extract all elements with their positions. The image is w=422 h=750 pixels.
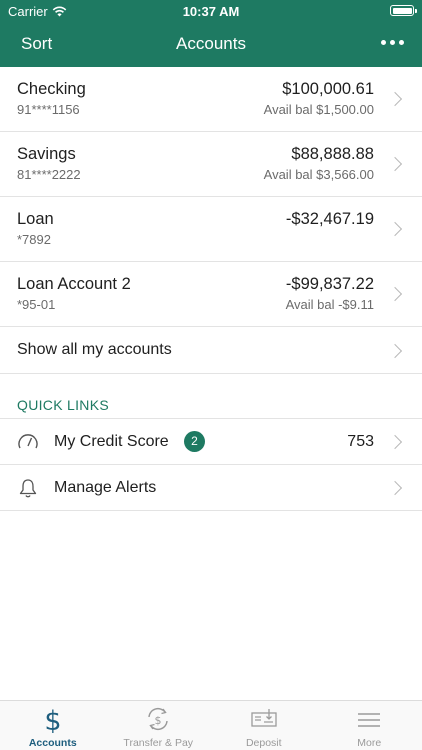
transfer-icon: $: [148, 707, 168, 731]
credit-score-value: 753: [347, 433, 374, 450]
chevron-right-icon: [387, 343, 403, 359]
account-row-loan-account-2[interactable]: Loan Account 2 *95-01 -$99,837.22 Avail …: [0, 262, 422, 327]
account-balance: -$99,837.22: [285, 275, 374, 293]
bell-icon: [19, 479, 37, 498]
available-balance: Avail bal -$9.11: [285, 297, 374, 312]
quick-links-heading: QUICK LINKS: [17, 397, 109, 413]
available-balance: Avail bal $3,566.00: [263, 167, 374, 182]
credit-score-label: My Credit Score: [54, 433, 169, 450]
tab-bar: $ Accounts $ Transfer & Pay Deposit More: [0, 700, 422, 750]
page-title: Accounts: [176, 34, 246, 53]
app-header: Carrier 10:37 AM Sort Accounts: [0, 0, 422, 67]
menu-icon: [358, 713, 381, 727]
account-balance: $100,000.61: [282, 80, 374, 98]
dollar-icon: $: [44, 706, 61, 733]
quick-link-credit-score[interactable]: My Credit Score 2 753: [0, 419, 422, 465]
notification-badge: 2: [184, 431, 205, 452]
account-name: Loan Account 2: [17, 275, 131, 293]
chevron-right-icon: [387, 480, 403, 496]
account-name: Checking: [17, 80, 86, 98]
chevron-right-icon: [387, 156, 403, 172]
account-row-loan[interactable]: Loan *7892 -$32,467.19: [0, 197, 422, 262]
show-all-label: Show all my accounts: [17, 341, 172, 358]
available-balance: Avail bal $1,500.00: [263, 102, 374, 117]
tab-deposit[interactable]: Deposit: [211, 701, 317, 750]
clock: 10:37 AM: [182, 4, 240, 19]
tab-accounts[interactable]: $ Accounts: [0, 701, 106, 750]
chevron-right-icon: [387, 434, 403, 450]
svg-text:$: $: [44, 706, 61, 733]
manage-alerts-label: Manage Alerts: [54, 479, 157, 496]
account-balance: -$32,467.19: [285, 210, 374, 228]
tab-more[interactable]: More: [317, 701, 422, 750]
account-number: *95-01: [17, 297, 56, 312]
tab-label: Transfer & Pay: [123, 737, 194, 749]
check-deposit-icon: [251, 709, 277, 727]
battery-icon: [390, 5, 417, 16]
more-dots-icon[interactable]: [381, 40, 404, 45]
quick-link-manage-alerts[interactable]: Manage Alerts: [0, 465, 422, 511]
tab-transfer-pay[interactable]: $ Transfer & Pay: [106, 701, 212, 750]
tab-label: Deposit: [245, 737, 282, 749]
account-number: 91****1156: [17, 102, 80, 117]
chevron-right-icon: [387, 91, 403, 107]
chevron-right-icon: [387, 221, 403, 237]
account-row-checking[interactable]: Checking 91****1156 $100,000.61 Avail ba…: [0, 67, 422, 132]
account-balance: $88,888.88: [291, 145, 374, 163]
tab-label: More: [357, 737, 382, 749]
gauge-icon: [18, 434, 38, 449]
show-all-accounts-row[interactable]: Show all my accounts: [0, 327, 422, 374]
quick-links-section: QUICK LINKS: [0, 374, 422, 419]
accounts-list: Checking 91****1156 $100,000.61 Avail ba…: [0, 67, 422, 511]
status-bar: Carrier 10:37 AM: [0, 0, 422, 22]
svg-text:$: $: [155, 714, 162, 727]
account-name: Savings: [17, 145, 76, 163]
account-number: *7892: [17, 232, 51, 247]
account-name: Loan: [17, 210, 54, 228]
chevron-right-icon: [387, 286, 403, 302]
nav-bar: Sort Accounts: [0, 22, 422, 67]
account-row-savings[interactable]: Savings 81****2222 $88,888.88 Avail bal …: [0, 132, 422, 197]
account-number: 81****2222: [17, 167, 81, 182]
tab-label: Accounts: [28, 737, 77, 749]
